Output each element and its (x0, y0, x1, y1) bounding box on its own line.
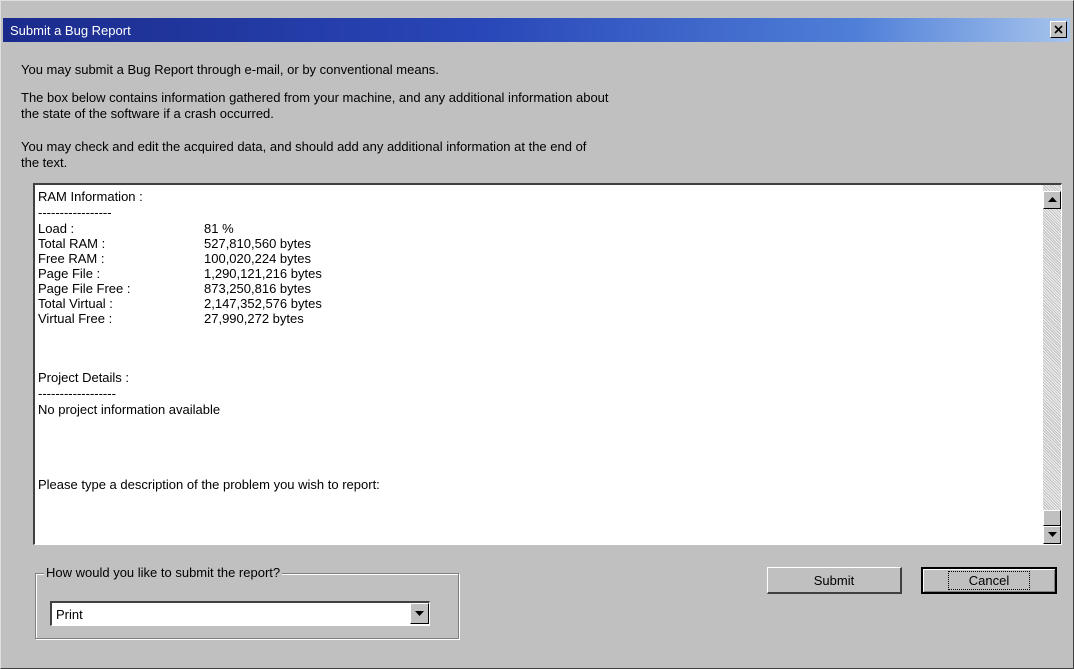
ram-key: Virtual Free : (38, 311, 113, 326)
close-icon (1054, 25, 1063, 34)
vertical-scrollbar[interactable] (1043, 185, 1061, 544)
report-text[interactable]: RAM Information : ----------------- Load… (38, 189, 1039, 544)
ram-row: Free RAM : 100,020,224 bytes (38, 251, 1039, 266)
intro-text-1: You may submit a Bug Report through e-ma… (21, 62, 921, 78)
ram-row: Load : 81 % (38, 221, 1039, 236)
submit-method-select[interactable]: Print (50, 601, 430, 626)
intro-line: You may check and edit the acquired data… (21, 139, 587, 154)
scroll-up-button[interactable] (1043, 191, 1061, 209)
ram-value: 1,290,121,216 bytes (204, 266, 322, 281)
ram-key: Load : (38, 221, 75, 236)
window-title: Submit a Bug Report (10, 22, 131, 38)
separator: ------------------ (38, 386, 116, 401)
ram-value: 873,250,816 bytes (204, 281, 311, 296)
ram-key: Total RAM : (38, 236, 106, 251)
submit-button[interactable]: Submit (767, 567, 902, 594)
report-textarea[interactable]: RAM Information : ----------------- Load… (33, 183, 1062, 545)
intro-line: the state of the software if a crash occ… (21, 106, 274, 121)
title-bar[interactable]: Submit a Bug Report (3, 18, 1070, 42)
close-button[interactable] (1050, 21, 1067, 38)
arrow-down-icon (1047, 532, 1057, 537)
submit-method-group: How would you like to submit the report?… (35, 565, 459, 639)
cancel-label: Cancel (947, 571, 1031, 590)
description-prompt: Please type a description of the problem… (38, 477, 380, 492)
chevron-down-icon (415, 610, 424, 616)
ram-section-title: RAM Information : (38, 189, 143, 204)
ram-row: Virtual Free : 27,990,272 bytes (38, 311, 1039, 326)
dropdown-button[interactable] (410, 603, 429, 624)
project-section-title: Project Details : (38, 370, 130, 385)
ram-value: 100,020,224 bytes (204, 251, 311, 266)
submit-method-legend: How would you like to submit the report? (44, 565, 283, 580)
intro-line: You may submit a Bug Report through e-ma… (21, 62, 439, 77)
ram-value: 81 % (204, 221, 234, 236)
submit-method-value: Print (56, 607, 83, 622)
intro-text-3: You may check and edit the acquired data… (21, 139, 921, 171)
scroll-down-button[interactable] (1043, 526, 1061, 544)
project-info: No project information available (38, 402, 221, 417)
intro-line: The box below contains information gathe… (21, 90, 609, 105)
separator: ----------------- (38, 205, 112, 220)
ram-value: 527,810,560 bytes (204, 236, 311, 251)
bug-report-dialog: Submit a Bug Report You may submit a Bug… (0, 0, 1074, 669)
intro-text-2: The box below contains information gathe… (21, 90, 921, 122)
ram-value: 27,990,272 bytes (204, 311, 304, 326)
ram-value: 2,147,352,576 bytes (204, 296, 322, 311)
arrow-up-icon (1047, 197, 1057, 202)
ram-row: Page File : 1,290,121,216 bytes (38, 266, 1039, 281)
ram-key: Page File : (38, 266, 101, 281)
intro-line: the text. (21, 155, 68, 170)
ram-row: Total Virtual : 2,147,352,576 bytes (38, 296, 1039, 311)
ram-row: Page File Free : 873,250,816 bytes (38, 281, 1039, 296)
scroll-thumb[interactable] (1043, 510, 1061, 526)
ram-key: Total Virtual : (38, 296, 113, 311)
ram-row: Total RAM : 527,810,560 bytes (38, 236, 1039, 251)
ram-key: Page File Free : (38, 281, 131, 296)
ram-key: Free RAM : (38, 251, 105, 266)
cancel-button[interactable]: Cancel (921, 567, 1057, 594)
